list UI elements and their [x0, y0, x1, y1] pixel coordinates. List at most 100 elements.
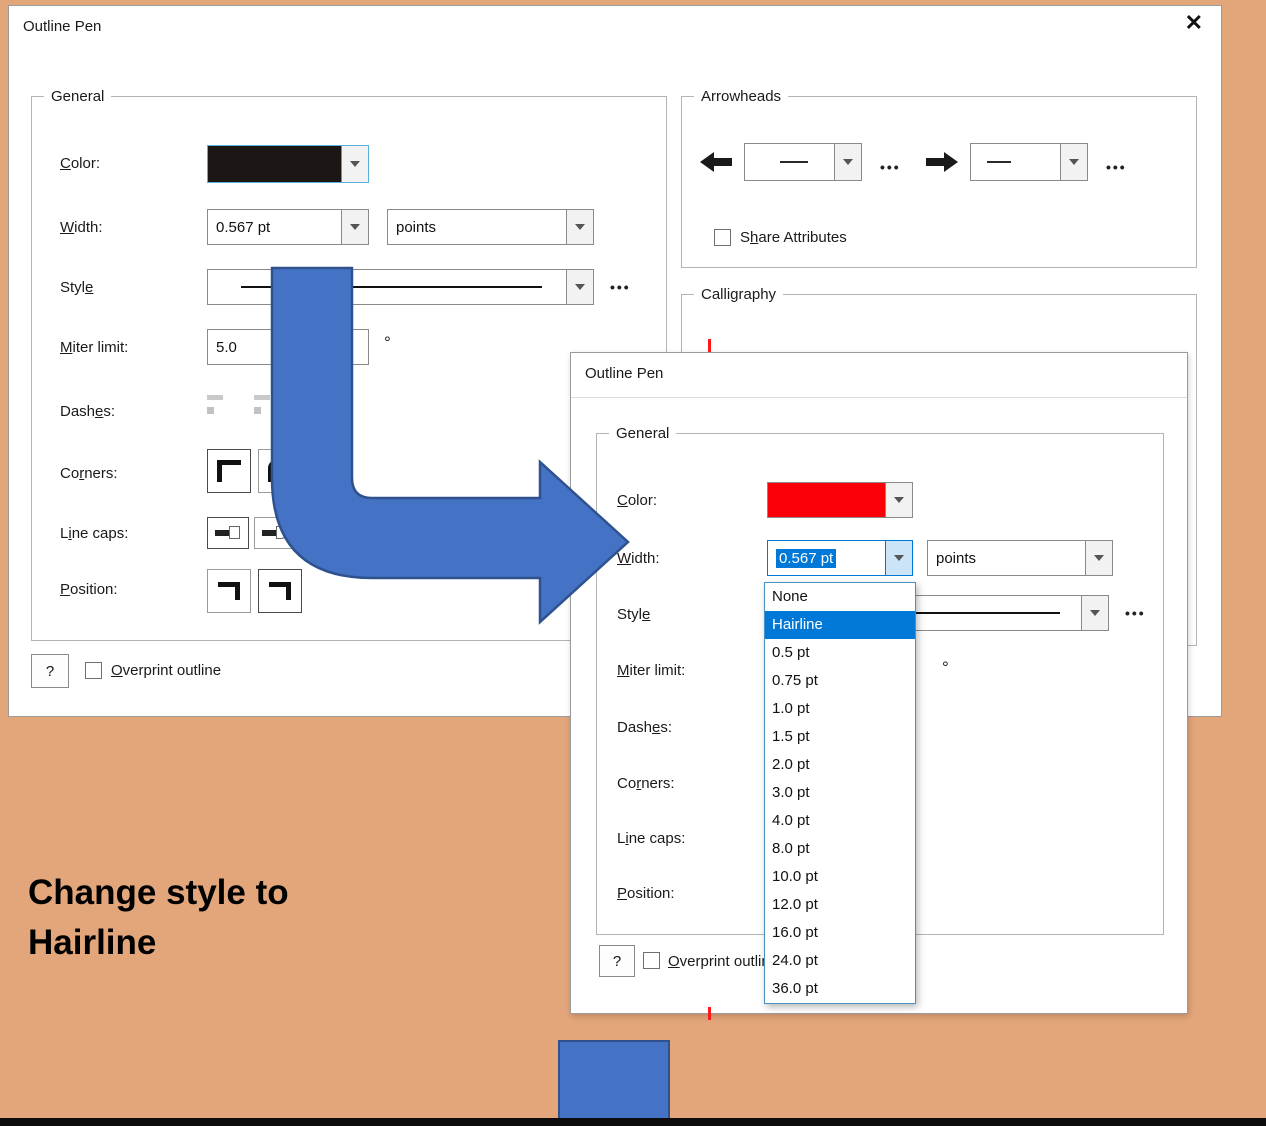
miter-corner-icon — [217, 460, 241, 482]
width-option-16-0-pt[interactable]: 16.0 pt — [765, 919, 915, 947]
color-label: Color: — [60, 155, 101, 172]
width-option-none[interactable]: None — [765, 583, 915, 611]
width-dropdown-button[interactable] — [885, 541, 912, 575]
color-swatch-red — [768, 483, 885, 517]
dialog-title: Outline Pen — [585, 365, 664, 382]
outline-color-picker[interactable] — [767, 482, 913, 518]
general-legend: General — [609, 425, 677, 442]
style-dropdown-button[interactable] — [566, 270, 593, 304]
end-arrowhead-preview — [971, 144, 1060, 180]
dash-style-icon[interactable] — [207, 395, 241, 421]
slide-canvas: Outline Pen ✕ General Color: Width: 0.56… — [0, 0, 1266, 1126]
width-combo[interactable]: 0.567 pt — [207, 209, 369, 245]
style-dropdown-button[interactable] — [1081, 596, 1108, 630]
chevron-down-icon — [350, 224, 360, 230]
color-dropdown-button[interactable] — [885, 483, 912, 517]
overprint-label: Overprint outline — [668, 953, 779, 970]
width-option-2-0-pt[interactable]: 2.0 pt — [765, 751, 915, 779]
dash-style-icon[interactable] — [254, 395, 288, 421]
corners-label: Corners: — [60, 465, 118, 482]
overprint-checkbox[interactable] — [85, 662, 102, 679]
width-option-1-5-pt[interactable]: 1.5 pt — [765, 723, 915, 751]
width-option-0-75-pt[interactable]: 0.75 pt — [765, 667, 915, 695]
position-center-button[interactable] — [258, 569, 302, 613]
chevron-down-icon — [894, 555, 904, 561]
annotation-line-2: Hairline — [28, 922, 157, 962]
chevron-down-icon — [1090, 610, 1100, 616]
start-arrowhead-preview — [745, 144, 834, 180]
position-outside-button[interactable] — [207, 569, 251, 613]
corner-round-button[interactable] — [258, 449, 302, 493]
style-more-button[interactable]: ••• — [610, 279, 631, 295]
title-separator — [571, 397, 1187, 398]
chevron-down-icon — [1069, 159, 1079, 165]
width-option-1-0-pt[interactable]: 1.0 pt — [765, 695, 915, 723]
width-dropdown-button[interactable] — [341, 210, 368, 244]
units-dropdown-button[interactable] — [566, 210, 593, 244]
line-style-icon — [240, 286, 542, 288]
width-units-value: points — [396, 218, 437, 236]
help-button[interactable]: ? — [31, 654, 69, 688]
calligraphy-legend: Calligraphy — [694, 286, 784, 303]
width-units-combo[interactable]: points — [927, 540, 1113, 576]
start-arrowhead-more-button[interactable]: ••• — [880, 159, 901, 175]
start-arrowhead-dropdown-button[interactable] — [834, 144, 861, 180]
dash-segment — [254, 395, 270, 400]
width-combo-open[interactable]: 0.567 pt — [767, 540, 913, 576]
style-more-button[interactable]: ••• — [1125, 605, 1146, 621]
round-corner-icon — [268, 460, 292, 482]
width-dropdown-list: None Hairline 0.5 pt 0.75 pt 1.0 pt 1.5 pt 2.0… — [764, 582, 916, 1004]
width-units-combo[interactable]: points — [387, 209, 594, 245]
line-cap-round-button[interactable] — [254, 517, 296, 549]
miter-limit-field[interactable]: 5.0 — [207, 329, 369, 365]
width-value-selected: 0.567 pt — [768, 541, 885, 575]
width-label: Width: — [617, 550, 660, 567]
help-button[interactable]: ? — [599, 945, 635, 977]
share-attributes-checkbox[interactable] — [714, 229, 731, 246]
width-option-hairline[interactable]: Hairline — [765, 611, 915, 639]
chevron-down-icon — [1094, 555, 1104, 561]
right-arrow-icon — [926, 152, 958, 172]
dialog-title: Outline Pen — [23, 18, 102, 35]
outline-color-picker[interactable] — [207, 145, 369, 183]
position-center-icon — [269, 582, 291, 600]
width-option-8-0-pt[interactable]: 8.0 pt — [765, 835, 915, 863]
round-cap-icon — [262, 526, 288, 540]
overprint-checkbox[interactable] — [643, 952, 660, 969]
close-icon[interactable]: ✕ — [1185, 12, 1203, 34]
start-arrowhead-combo[interactable] — [744, 143, 862, 181]
outline-pen-dialog-front: Outline Pen General Color: Width: 0.567 … — [570, 352, 1188, 1014]
line-caps-label: Line caps: — [617, 830, 686, 847]
annotation-text: Change style to Hairline — [28, 868, 289, 967]
width-option-3-0-pt[interactable]: 3.0 pt — [765, 779, 915, 807]
red-crop-mark-bottom — [708, 1007, 711, 1020]
width-option-12-0-pt[interactable]: 12.0 pt — [765, 891, 915, 919]
end-arrowhead-more-button[interactable]: ••• — [1106, 159, 1127, 175]
dash-segment — [254, 407, 261, 414]
color-label: Color: — [617, 492, 658, 509]
dash-segment — [207, 395, 223, 400]
width-option-10-0-pt[interactable]: 10.0 pt — [765, 863, 915, 891]
units-dropdown-button[interactable] — [1085, 541, 1112, 575]
width-option-0-5-pt[interactable]: 0.5 pt — [765, 639, 915, 667]
style-combo[interactable] — [207, 269, 594, 305]
line-cap-butt-button[interactable] — [207, 517, 249, 549]
arrowheads-legend: Arrowheads — [694, 88, 789, 105]
end-arrowhead-dropdown-button[interactable] — [1060, 144, 1087, 180]
corner-miter-button[interactable] — [207, 449, 251, 493]
width-option-24-0-pt[interactable]: 24.0 pt — [765, 947, 915, 975]
corners-label: Corners: — [617, 775, 675, 792]
width-value: 0.567 pt — [216, 218, 271, 236]
chevron-down-icon — [894, 497, 904, 503]
color-dropdown-button[interactable] — [341, 146, 368, 182]
dashes-label: Dashes: — [60, 403, 116, 420]
width-option-36-0-pt[interactable]: 36.0 pt — [765, 975, 915, 1003]
chevron-down-icon — [843, 159, 853, 165]
line-icon — [987, 161, 1011, 163]
position-label: Position: — [60, 581, 118, 598]
miter-limit-label: Miter limit: — [617, 662, 686, 679]
degree-symbol: ° — [384, 333, 391, 352]
width-option-4-0-pt[interactable]: 4.0 pt — [765, 807, 915, 835]
left-arrow-icon — [700, 152, 732, 172]
end-arrowhead-combo[interactable] — [970, 143, 1088, 181]
